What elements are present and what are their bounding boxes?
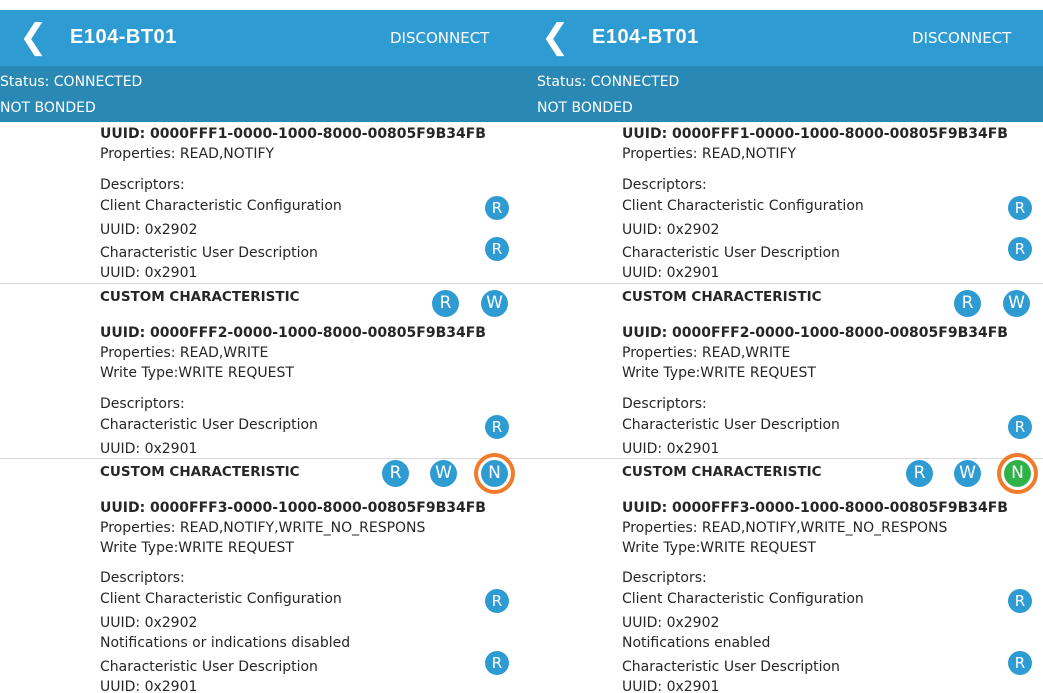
descriptors-label: Descriptors:: [100, 177, 185, 193]
descriptor-read-button[interactable]: R: [485, 415, 509, 439]
characteristic-properties: Properties: READ,NOTIFY,WRITE_NO_RESPONS: [622, 520, 948, 536]
notify-button[interactable]: N: [1004, 460, 1031, 487]
status-bar: Status: CONNECTED NOT BONDED: [522, 66, 1043, 122]
notification-status: Notifications enabled: [622, 635, 771, 651]
write-button[interactable]: W: [481, 290, 508, 317]
descriptor-read-button[interactable]: R: [1008, 651, 1032, 675]
write-type: Write Type:WRITE REQUEST: [100, 540, 294, 556]
characteristic-uuid: UUID: 0000FFF3-0000-1000-8000-00805F9B34…: [622, 500, 1008, 516]
app-bar: ❮ E104-BT01 DISCONNECT: [0, 10, 522, 66]
bond-status: NOT BONDED: [537, 100, 633, 116]
descriptor-uuid: UUID: 0x2901: [100, 679, 198, 693]
characteristic-title: CUSTOM CHARACTERISTIC: [622, 464, 822, 480]
divider: [522, 283, 1043, 284]
descriptor-read-button[interactable]: R: [485, 196, 509, 220]
characteristic-properties: Properties: READ,NOTIFY,WRITE_NO_RESPONS: [100, 520, 426, 536]
descriptor-read-button[interactable]: R: [485, 237, 509, 261]
descriptor-name: Characteristic User Description: [622, 245, 840, 261]
characteristic-uuid: UUID: 0000FFF1-0000-1000-8000-00805F9B34…: [100, 126, 486, 142]
characteristic-title: CUSTOM CHARACTERISTIC: [100, 289, 300, 305]
screen-after: ❮ E104-BT01 DISCONNECT Status: CONNECTED…: [522, 0, 1043, 693]
descriptor-name: Client Characteristic Configuration: [622, 198, 864, 214]
divider: [0, 283, 522, 284]
descriptor-name: Client Characteristic Configuration: [622, 591, 864, 607]
characteristic-uuid: UUID: 0000FFF3-0000-1000-8000-00805F9B34…: [100, 500, 486, 516]
characteristic-uuid: UUID: 0000FFF2-0000-1000-8000-00805F9B34…: [100, 325, 486, 341]
descriptor-name: Client Characteristic Configuration: [100, 591, 342, 607]
divider: [522, 458, 1043, 459]
descriptor-read-button[interactable]: R: [485, 651, 509, 675]
divider: [0, 458, 522, 459]
descriptor-name: Characteristic User Description: [100, 659, 318, 675]
descriptor-uuid: UUID: 0x2901: [100, 441, 198, 457]
descriptor-uuid: UUID: 0x2902: [622, 615, 720, 631]
characteristic-uuid: UUID: 0000FFF2-0000-1000-8000-00805F9B34…: [622, 325, 1008, 341]
descriptor-uuid: UUID: 0x2901: [100, 265, 198, 281]
read-button[interactable]: R: [432, 290, 459, 317]
back-arrow-icon[interactable]: ❮: [19, 20, 48, 54]
descriptor-uuid: UUID: 0x2902: [622, 222, 720, 238]
write-type: Write Type:WRITE REQUEST: [100, 365, 294, 381]
characteristic-properties: Properties: READ,NOTIFY: [622, 146, 797, 162]
disconnect-button[interactable]: DISCONNECT: [912, 29, 1011, 47]
write-type: Write Type:WRITE REQUEST: [622, 365, 816, 381]
descriptor-uuid: UUID: 0x2902: [100, 615, 198, 631]
screen-before: ❮ E104-BT01 DISCONNECT Status: CONNECTED…: [0, 0, 522, 693]
descriptor-read-button[interactable]: R: [485, 589, 509, 613]
descriptors-label: Descriptors:: [100, 396, 185, 412]
bond-status: NOT BONDED: [0, 100, 96, 116]
descriptor-name: Characteristic User Description: [622, 417, 840, 433]
connection-status: Status: CONNECTED: [537, 74, 680, 90]
characteristic-title: CUSTOM CHARACTERISTIC: [622, 289, 822, 305]
descriptor-uuid: UUID: 0x2901: [622, 265, 720, 281]
descriptor-uuid: UUID: 0x2901: [622, 441, 720, 457]
notify-button[interactable]: N: [481, 460, 508, 487]
characteristic-properties: Properties: READ,NOTIFY: [100, 146, 275, 162]
notification-status: Notifications or indications disabled: [100, 635, 351, 651]
characteristic-uuid: UUID: 0000FFF1-0000-1000-8000-00805F9B34…: [622, 126, 1008, 142]
descriptor-read-button[interactable]: R: [1008, 237, 1032, 261]
write-button[interactable]: W: [954, 460, 981, 487]
write-type: Write Type:WRITE REQUEST: [622, 540, 816, 556]
write-button[interactable]: W: [1003, 290, 1030, 317]
app-bar: ❮ E104-BT01 DISCONNECT: [522, 10, 1043, 66]
descriptor-read-button[interactable]: R: [1008, 589, 1032, 613]
read-button[interactable]: R: [382, 460, 409, 487]
device-name-title: E104-BT01: [70, 26, 177, 48]
descriptors-label: Descriptors:: [622, 177, 707, 193]
read-button[interactable]: R: [954, 290, 981, 317]
back-arrow-icon[interactable]: ❮: [541, 20, 570, 54]
descriptor-uuid: UUID: 0x2901: [622, 679, 720, 693]
characteristic-title: CUSTOM CHARACTERISTIC: [100, 464, 300, 480]
characteristic-properties: Properties: READ,WRITE: [622, 345, 791, 361]
descriptors-label: Descriptors:: [622, 396, 707, 412]
descriptor-uuid: UUID: 0x2902: [100, 222, 198, 238]
descriptor-read-button[interactable]: R: [1008, 196, 1032, 220]
characteristics-list: UUID: 0000FFF1-0000-1000-8000-00805F9B34…: [0, 122, 522, 693]
connection-status: Status: CONNECTED: [0, 74, 143, 90]
disconnect-button[interactable]: DISCONNECT: [390, 29, 489, 47]
descriptors-label: Descriptors:: [622, 570, 707, 586]
device-name-title: E104-BT01: [592, 26, 699, 48]
status-bar: Status: CONNECTED NOT BONDED: [0, 66, 522, 122]
descriptor-name: Characteristic User Description: [100, 245, 318, 261]
write-button[interactable]: W: [430, 460, 457, 487]
descriptors-label: Descriptors:: [100, 570, 185, 586]
characteristics-list: UUID: 0000FFF1-0000-1000-8000-00805F9B34…: [522, 122, 1043, 693]
characteristic-properties: Properties: READ,WRITE: [100, 345, 269, 361]
descriptor-name: Client Characteristic Configuration: [100, 198, 342, 214]
descriptor-name: Characteristic User Description: [100, 417, 318, 433]
descriptor-read-button[interactable]: R: [1008, 415, 1032, 439]
read-button[interactable]: R: [906, 460, 933, 487]
descriptor-name: Characteristic User Description: [622, 659, 840, 675]
